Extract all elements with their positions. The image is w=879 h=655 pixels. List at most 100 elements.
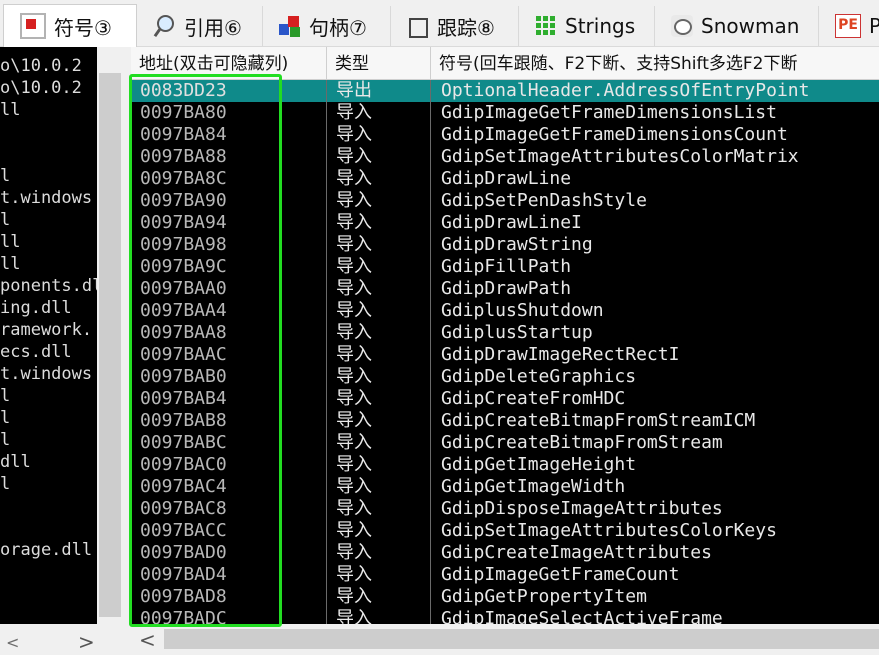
table-row[interactable]: 0097BA8C 导入 GdipDrawLine: [131, 168, 879, 190]
table-row[interactable]: 0097BA88 导入 GdipSetImageAttributesColorMat…: [131, 146, 879, 168]
trace-icon: [407, 15, 429, 38]
scroll-left-arrow-icon[interactable]: <: [139, 628, 156, 652]
symbol-cell: GdipSetPenDashStyle: [441, 190, 647, 211]
address-cell: 0097BAC4: [140, 476, 227, 497]
module-list-item[interactable]: ll: [0, 253, 97, 275]
module-list-item[interactable]: [0, 47, 97, 55]
tab-snowman-label: Snowman: [701, 14, 800, 38]
module-list-item[interactable]: t.windows: [0, 363, 97, 385]
type-cell: 导入: [336, 366, 372, 387]
table-row[interactable]: 0097BABC 导入 GdipCreateBitmapFromStream: [131, 432, 879, 454]
module-list-item[interactable]: ll: [0, 231, 97, 253]
scroll-right-arrow-icon[interactable]: >: [78, 630, 95, 654]
type-cell: 导入: [336, 564, 372, 585]
tab-strings[interactable]: Strings: [519, 6, 655, 46]
module-list-item[interactable]: ponents.dl: [0, 275, 97, 297]
scroll-left-arrow-icon[interactable]: <: [6, 633, 19, 652]
tab-references[interactable]: 引用⑥: [138, 6, 263, 46]
type-cell: 导入: [336, 234, 372, 255]
table-row[interactable]: 0097BAB0 导入 GdipDeleteGraphics: [131, 366, 879, 388]
tab-handles[interactable]: 句柄⑦: [263, 6, 391, 46]
module-list-item[interactable]: l: [0, 165, 97, 187]
grid-scroll-thumb[interactable]: [164, 629, 879, 649]
table-row[interactable]: 0083DD23 导出 OptionalHeader.AddressOfEntryP…: [131, 80, 879, 102]
tab-snowman[interactable]: Snowman: [655, 6, 819, 46]
module-list-item[interactable]: ramework.: [0, 319, 97, 341]
grid-horizontal-scrollbar[interactable]: <: [131, 624, 879, 655]
table-row[interactable]: 0097BAD8 导入 GdipGetPropertyItem: [131, 586, 879, 608]
column-header-address[interactable]: 地址(双击可隐藏列): [131, 47, 327, 79]
module-list[interactable]: o\10.0.2 o\10.0.2 ll l t.windows l ll ll ponents…: [0, 47, 97, 624]
tab-strings-label: Strings: [565, 14, 636, 38]
table-row[interactable]: 0097BACC 导入 GdipSetImageAttributesColorKey…: [131, 520, 879, 542]
module-list-item[interactable]: dll: [0, 451, 97, 473]
address-cell: 0097BAD8: [140, 586, 227, 607]
module-list-item[interactable]: l: [0, 473, 97, 495]
table-row[interactable]: 0097BAA4 导入 GdiplusShutdown: [131, 300, 879, 322]
module-list-item[interactable]: ing.dll: [0, 297, 97, 319]
tab-symbols[interactable]: 符号③: [3, 4, 137, 47]
table-row[interactable]: 0097BAC4 导入 GdipGetImageWidth: [131, 476, 879, 498]
module-list-item[interactable]: l: [0, 429, 97, 451]
type-cell: 导入: [336, 520, 372, 541]
module-list-item[interactable]: [0, 561, 97, 583]
module-list-item[interactable]: [0, 517, 97, 539]
module-list-item[interactable]: ecs.dll: [0, 341, 97, 363]
tab-trace[interactable]: 跟踪⑧: [391, 6, 519, 46]
symbol-cell: GdiplusStartup: [441, 322, 593, 343]
module-list-item[interactable]: l: [0, 209, 97, 231]
module-list-horizontal-scrollbar[interactable]: < >: [0, 624, 125, 655]
address-cell: 0097BA94: [140, 212, 227, 233]
table-row[interactable]: 0097BAD0 导入 GdipCreateImageAttributes: [131, 542, 879, 564]
module-list-item[interactable]: o\10.0.2: [0, 77, 97, 99]
table-row[interactable]: 0097BA94 导入 GdipDrawLineI: [131, 212, 879, 234]
strings-icon: [535, 15, 557, 37]
table-row[interactable]: 0097BAD4 导入 GdipImageGetFrameCount: [131, 564, 879, 586]
tab-pe[interactable]: PE P: [819, 6, 879, 46]
address-cell: 0097BAA4: [140, 300, 227, 321]
type-cell: 导入: [336, 212, 372, 233]
module-list-item[interactable]: l: [0, 407, 97, 429]
table-row[interactable]: 0097BAB4 导入 GdipCreateFromHDC: [131, 388, 879, 410]
type-cell: 导入: [336, 300, 372, 321]
table-row[interactable]: 0097BAA8 导入 GdiplusStartup: [131, 322, 879, 344]
table-row[interactable]: 0097BA9C 导入 GdipFillPath: [131, 256, 879, 278]
module-list-item[interactable]: orage.dll: [0, 539, 97, 561]
module-list-vertical-scrollbar[interactable]: [97, 47, 125, 624]
address-cell: 0097BA88: [140, 146, 227, 167]
table-row[interactable]: 0097BAB8 导入 GdipCreateBitmapFromStreamICM: [131, 410, 879, 432]
table-row[interactable]: 0097BA84 导入 GdipImageGetFrameDimensionsCou…: [131, 124, 879, 146]
column-header-type[interactable]: 类型: [327, 47, 431, 79]
table-row[interactable]: 0097BADC 导入 GdipImageSelectActiveFrame: [131, 608, 879, 624]
module-list-item[interactable]: [0, 495, 97, 517]
column-header-symbol[interactable]: 符号(回车跟随、F2下断、支持Shift多选F2下断: [431, 47, 879, 79]
symbol-cell: GdipDrawImageRectRectI: [441, 344, 680, 365]
address-cell: 0097BAD4: [140, 564, 227, 585]
pe-icon: PE: [835, 14, 861, 38]
module-list-item[interactable]: [0, 121, 97, 143]
table-row[interactable]: 0097BA80 导入 GdipImageGetFrameDimensionsLis…: [131, 102, 879, 124]
tab-handles-label: 句柄⑦: [309, 15, 367, 40]
table-row[interactable]: 0097BA98 导入 GdipDrawString: [131, 234, 879, 256]
table-row[interactable]: 0097BAAC 导入 GdipDrawImageRectRectI: [131, 344, 879, 366]
address-cell: 0097BADC: [140, 608, 227, 624]
module-list-item[interactable]: o\10.0.2: [0, 55, 97, 77]
symbol-cell: GdipSetImageAttributesColorMatrix: [441, 146, 799, 167]
module-list-item[interactable]: t.windows: [0, 187, 97, 209]
tab-symbols-label: 符号③: [54, 15, 112, 40]
table-row[interactable]: 0097BA90 导入 GdipSetPenDashStyle: [131, 190, 879, 212]
symbol-cell: GdipImageGetFrameCount: [441, 564, 680, 585]
module-list-item[interactable]: [0, 143, 97, 165]
module-list-scroll-thumb[interactable]: [99, 73, 121, 617]
type-cell: 导入: [336, 542, 372, 563]
table-row[interactable]: 0097BAA0 导入 GdipDrawPath: [131, 278, 879, 300]
symbol-cell: GdipCreateBitmapFromStream: [441, 432, 723, 453]
address-cell: 0097BAA0: [140, 278, 227, 299]
type-cell: 导入: [336, 278, 372, 299]
table-row[interactable]: 0097BAC0 导入 GdipGetImageHeight: [131, 454, 879, 476]
module-list-item[interactable]: ll: [0, 99, 97, 121]
symbol-cell: GdipDrawLineI: [441, 212, 582, 233]
module-list-item[interactable]: l: [0, 385, 97, 407]
symbol-grid-body[interactable]: 0097BADC 导入 GdipImageSelectActiveFrame 0097…: [131, 80, 879, 624]
table-row[interactable]: 0097BAC8 导入 GdipDisposeImageAttributes: [131, 498, 879, 520]
